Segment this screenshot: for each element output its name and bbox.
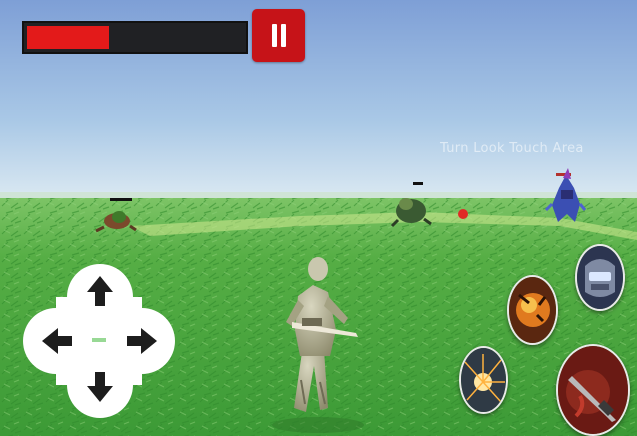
sword-icon — [558, 346, 628, 434]
skill-button-sparks[interactable] — [459, 346, 508, 414]
dpad-up-button[interactable] — [83, 274, 117, 308]
dpad[interactable] — [22, 252, 177, 427]
health-orb[interactable] — [458, 209, 468, 219]
health-fill — [27, 26, 109, 49]
skill-button-visor[interactable] — [575, 244, 625, 311]
robot-visor-icon — [577, 246, 623, 309]
pause-button[interactable] — [252, 9, 305, 62]
skill-button-fire[interactable] — [507, 275, 558, 345]
arrow-left-icon — [42, 328, 72, 354]
dpad-left-button[interactable] — [40, 324, 74, 358]
touch-area-watermark: Turn Look Touch Area — [440, 141, 584, 156]
spark-icon — [461, 348, 506, 412]
skill-button-weapon[interactable] — [556, 344, 630, 436]
player-health-bar — [22, 21, 248, 54]
flame-orb-icon — [509, 277, 556, 343]
arrow-right-icon — [127, 328, 157, 354]
dpad-down-button[interactable] — [83, 370, 117, 404]
arrow-down-icon — [87, 372, 113, 402]
dpad-right-button[interactable] — [125, 324, 159, 358]
game-scene[interactable]: Turn Look Touch Area — [0, 0, 637, 436]
pause-icon — [272, 24, 277, 47]
arrow-up-icon — [87, 276, 113, 306]
